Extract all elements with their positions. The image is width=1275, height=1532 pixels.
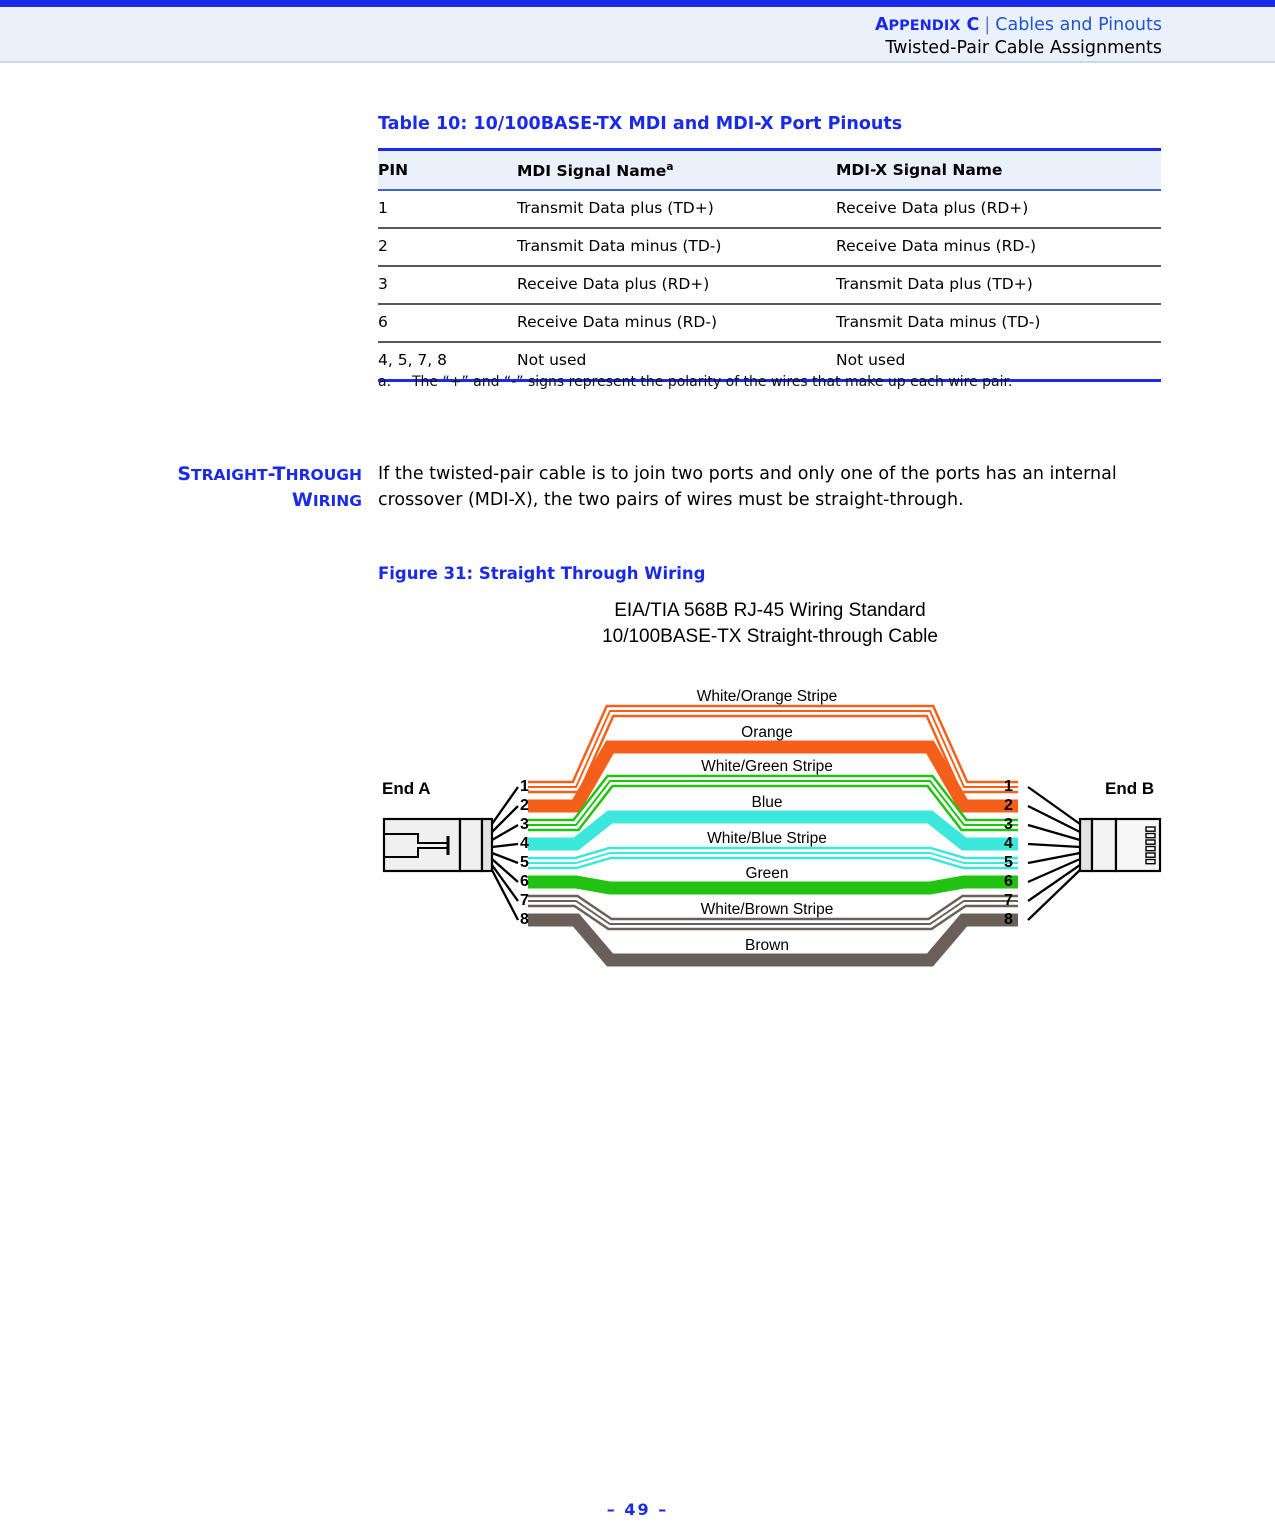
cell-pin: 4, 5, 7, 8 — [378, 351, 448, 369]
wire-label-7: White/Brown Stripe — [700, 901, 834, 918]
wire-label-1: White/Orange Stripe — [696, 688, 838, 705]
figure-caption: Figure 31: Straight Through Wiring — [378, 564, 706, 583]
cell-mdi: Receive Data minus (RD-) — [517, 313, 717, 331]
page-header-band: APPENDIX C | Cables and Pinouts Twisted-Pa… — [0, 7, 1275, 61]
end-a-connector — [382, 817, 494, 873]
appendix-title: APPENDIX C — [874, 15, 980, 35]
wire-label-3: White/Green Stripe — [701, 758, 833, 775]
wire-label-8: Brown — [745, 937, 789, 954]
footnote-ref: a — [666, 161, 674, 173]
section-side-heading: STRAIGHT-THROUGH WIRING — [177, 463, 362, 511]
cell-mdix: Not used — [836, 351, 906, 369]
end-b-connector — [1078, 817, 1162, 873]
end-a-leader-lines — [490, 786, 520, 921]
table-title: Table 10: 10/100BASE-TX MDI and MDI-X Po… — [378, 114, 903, 134]
cell-pin: 3 — [378, 275, 388, 293]
wire-label-6: Green — [745, 865, 789, 882]
header-baseline-rule — [0, 61, 1275, 63]
end-b-pin-2: 2 — [1004, 797, 1013, 814]
end-b-pin-4: 4 — [1004, 835, 1013, 852]
end-b-label: End B — [1105, 779, 1155, 798]
end-a-label: End A — [382, 779, 431, 798]
cell-mdi: Receive Data plus (RD+) — [517, 275, 710, 293]
wire-routing-graphic — [382, 704, 1162, 967]
cell-mdi: Transmit Data plus (TD+) — [517, 199, 714, 217]
cell-mdi: Transmit Data minus (TD-) — [517, 237, 722, 255]
table-row: 3 Receive Data plus (RD+) Transmit Data … — [378, 267, 1161, 303]
column-header-mdi: MDI Signal Namea — [517, 161, 674, 181]
wire-label-5: White/Blue Stripe — [707, 830, 827, 847]
footnote-text: The “+” and “-” signs represent the pola… — [412, 374, 1013, 390]
end-b-pin-8: 8 — [1004, 911, 1013, 928]
end-a-pin-8: 8 — [520, 911, 529, 928]
table-header-row: PIN MDI Signal Namea MDI-X Signal Name — [378, 151, 1161, 189]
cell-pin: 2 — [378, 237, 388, 255]
page-top-rule — [0, 0, 1275, 7]
cell-mdix: Transmit Data minus (TD-) — [836, 313, 1041, 331]
end-a-pin-7: 7 — [520, 892, 529, 909]
cell-mdix: Receive Data plus (RD+) — [836, 199, 1029, 217]
cell-mdix: Receive Data minus (RD-) — [836, 237, 1036, 255]
end-a-pin-6: 6 — [520, 873, 529, 890]
straight-through-wiring-diagram: EIA/TIA 568B RJ-45 Wiring Standard 10/10… — [370, 596, 1170, 976]
table-row: 6 Receive Data minus (RD-) Transmit Data… — [378, 305, 1161, 341]
cell-mdi: Not used — [517, 351, 587, 369]
cell-pin: 1 — [378, 199, 388, 217]
column-header-pin: PIN — [378, 161, 409, 179]
end-a-pin-1: 1 — [520, 778, 529, 795]
end-b-pin-3: 3 — [1004, 816, 1013, 833]
header-subtitle: Twisted-Pair Cable Assignments — [885, 38, 1162, 58]
cell-pin: 6 — [378, 313, 388, 331]
end-b-pin-7: 7 — [1004, 892, 1013, 909]
header-section-name: Cables and Pinouts — [995, 15, 1162, 35]
header-separator: | — [984, 15, 991, 35]
end-a-pin-4: 4 — [520, 835, 529, 852]
end-a-pin-2: 2 — [520, 797, 529, 814]
end-b-pin-5: 5 — [1004, 854, 1013, 871]
page-number: – 49 – — [606, 1500, 669, 1519]
end-b-pin-6: 6 — [1004, 873, 1013, 890]
table-row: 2 Transmit Data minus (TD-) Receive Data… — [378, 229, 1161, 265]
end-b-pin-1: 1 — [1004, 778, 1013, 795]
wire-label-4: Blue — [751, 794, 783, 811]
wire-label-2: Orange — [741, 724, 793, 741]
wire-pin-5 — [528, 846, 1018, 870]
table-footnote: a. The “+” and “-” signs represent the po… — [378, 374, 1012, 390]
cell-mdix: Transmit Data plus (TD+) — [836, 275, 1033, 293]
pinout-table: PIN MDI Signal Namea MDI-X Signal Name 1… — [378, 148, 1161, 382]
table-row: 1 Transmit Data plus (TD+) Receive Data … — [378, 191, 1161, 227]
end-a-pin-5: 5 — [520, 854, 529, 871]
end-a-pin-3: 3 — [520, 816, 529, 833]
column-header-mdix: MDI-X Signal Name — [836, 161, 1003, 179]
section-body-text: If the twisted-pair cable is to join two… — [378, 464, 1117, 510]
end-b-leader-lines — [1027, 786, 1081, 921]
footnote-marker: a. — [378, 374, 392, 390]
header-appendix-line: APPENDIX C | Cables and Pinouts — [875, 15, 1162, 35]
